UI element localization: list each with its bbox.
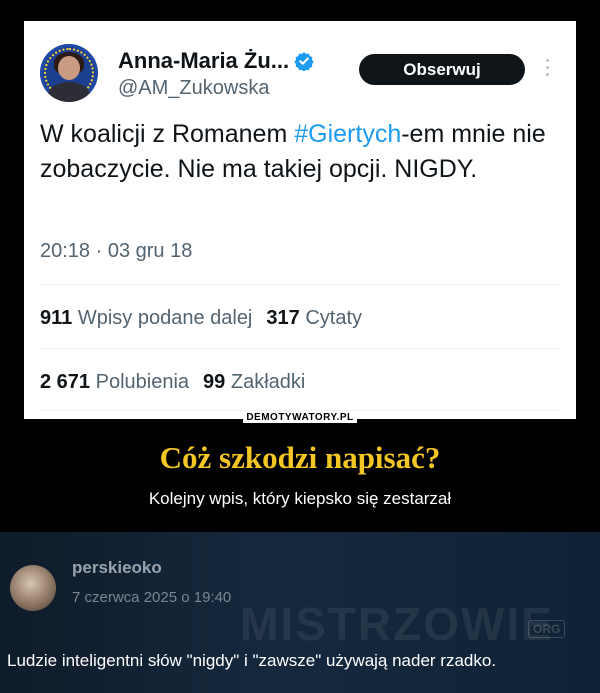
more-options-icon[interactable]	[546, 59, 550, 79]
likes-label: Polubienia	[95, 371, 190, 393]
avatar-face	[58, 56, 80, 80]
stats-row-reposts: 911 Wpisy podane dalej 317 Cytaty	[40, 307, 362, 330]
comment-date: 7 czerwca 2025 o 19:40	[72, 589, 232, 606]
commenter-username[interactable]: perskieoko	[72, 558, 162, 578]
mistrzowie-badge: ORG	[528, 620, 566, 638]
comment-text: Ludzie inteligentni słów "nigdy" i "zaws…	[7, 651, 497, 670]
author-avatar[interactable]	[40, 44, 98, 102]
quotes-stat[interactable]: 317 Cytaty	[266, 307, 362, 330]
mistrzowie-watermark: MISTRZOWIE	[240, 598, 554, 650]
likes-stat[interactable]: 2 671 Polubienia	[40, 371, 189, 394]
demotywatory-watermark: DEMOTYWATORY.PL	[0, 412, 600, 423]
quotes-count: 317	[266, 307, 300, 329]
divider	[40, 410, 560, 411]
divider	[40, 348, 560, 349]
quotes-label: Cytaty	[305, 307, 363, 329]
stats-row-likes: 2 671 Polubienia 99 Zakładki	[40, 371, 305, 394]
hashtag-link[interactable]: #Giertych	[294, 120, 401, 148]
demotivator-subheadline: Kolejny wpis, który kiepsko się zestarza…	[148, 489, 452, 508]
watermark-label: DEMOTYWATORY.PL	[243, 412, 357, 423]
reposts-label: Wpisy podane dalej	[77, 307, 253, 329]
divider	[40, 284, 560, 285]
bookmarks-stat[interactable]: 99 Zakładki	[203, 371, 305, 394]
tweet-timestamp[interactable]: 20:18 · 03 gru 18	[40, 240, 192, 263]
demotivator-headline: Cóż szkodzi napisać?	[159, 440, 441, 475]
reposts-stat[interactable]: 911 Wpisy podane dalej	[40, 307, 252, 330]
avatar-body	[48, 82, 90, 102]
likes-count: 2 671	[40, 371, 91, 393]
bookmarks-label: Zakładki	[230, 371, 306, 393]
tweet-card: Anna-Maria Żu... @AM_Zukowska Obserwuj W…	[24, 21, 576, 419]
verified-badge-icon	[294, 52, 314, 71]
author-handle[interactable]: @AM_Zukowska	[118, 77, 269, 100]
tweet-text-part: W koalicji z Romanem	[40, 120, 295, 148]
demotivator-frame: Anna-Maria Żu... @AM_Zukowska Obserwuj W…	[0, 0, 600, 532]
follow-button[interactable]: Obserwuj	[359, 54, 525, 85]
bookmarks-count: 99	[203, 371, 226, 393]
reposts-count: 911	[40, 307, 73, 329]
comment-section: perskieoko 7 czerwca 2025 o 19:40 MISTRZ…	[0, 532, 600, 693]
commenter-avatar[interactable]	[10, 565, 56, 611]
author-name-row: Anna-Maria Żu...	[118, 48, 314, 74]
tweet-text: W koalicji z Romanem #Giertych-em mnie n…	[40, 117, 550, 187]
author-display-name[interactable]: Anna-Maria Żu...	[118, 48, 289, 74]
